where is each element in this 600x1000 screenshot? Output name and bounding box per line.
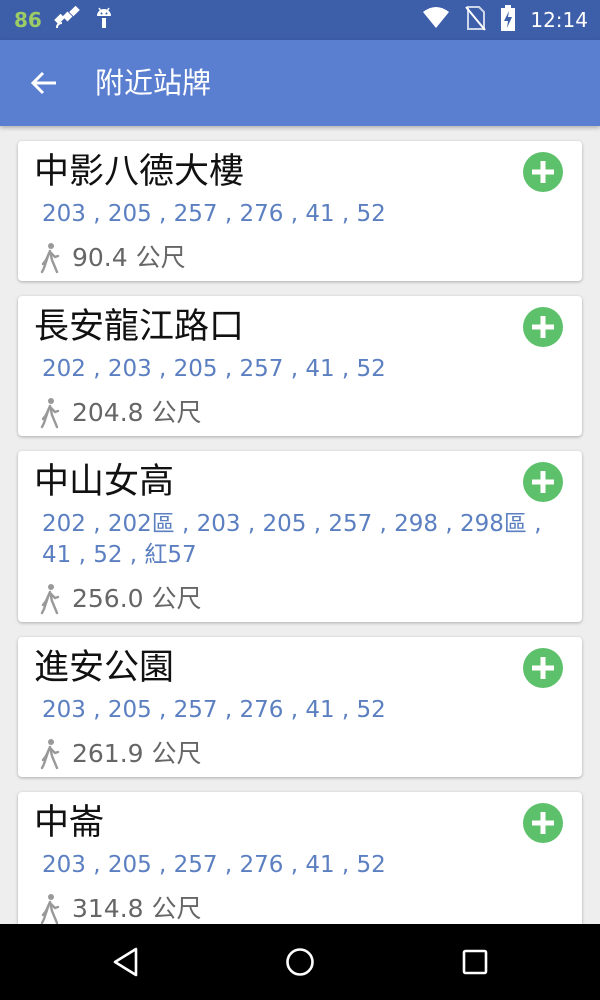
stop-name: 長安龍江路口 [34,307,245,347]
status-clock: 12:14 [530,8,588,32]
add-favorite-button[interactable] [522,306,564,348]
stop-card[interactable]: 進安公園 203 , 205 , 257 , 276 , 41 , 52 261… [18,637,582,777]
stop-name: 進安公園 [34,648,175,688]
status-right-icons: 12:14 [422,4,588,36]
stop-card[interactable]: 中崙 203 , 205 , 257 , 276 , 41 , 52 314.8… [18,792,582,924]
nav-home-button[interactable] [276,938,324,986]
stop-card[interactable]: 中山女高 202 , 202區 , 203 , 205 , 257 , 298 … [18,451,582,622]
app-bar: 附近站牌 [0,40,600,126]
add-favorite-button[interactable] [522,647,564,689]
stop-name: 中崙 [34,803,105,843]
status-bar: 86 12:14 [0,0,600,40]
stop-distance: 314.8 公尺 [72,894,202,923]
add-favorite-button[interactable] [522,151,564,193]
battery-charging-icon [500,4,516,36]
system-nav-bar [0,924,600,1000]
notification-badge: 86 [14,8,42,32]
walking-person-icon [40,894,60,924]
satellite-fake-gps-icon [52,4,82,36]
android-debug-icon [92,4,116,36]
walking-person-icon [40,739,60,770]
screen: 86 12:14 附近站牌 中影八德大樓 203 , 205 , 257 , 2… [0,0,600,1000]
stop-routes: 202 , 203 , 205 , 257 , 41 , 52 [42,356,386,382]
back-triangle-icon [113,947,138,977]
stop-routes: 202 , 202區 , 203 , 205 , 257 , 298 , 298… [42,511,542,568]
stop-distance: 204.8 公尺 [72,398,202,427]
back-button[interactable] [22,61,66,105]
walking-person-icon [40,398,60,429]
stop-card[interactable]: 中影八德大樓 203 , 205 , 257 , 276 , 41 , 52 9… [18,141,582,281]
distance-row: 261.9 公尺 [38,737,202,771]
distance-row: 314.8 公尺 [38,892,202,924]
nav-recents-button[interactable] [451,938,499,986]
nearby-stops-list: 中影八德大樓 203 , 205 , 257 , 276 , 41 , 52 9… [0,126,600,924]
distance-row: 204.8 公尺 [38,396,202,430]
distance-row: 90.4 公尺 [38,241,186,275]
no-sim-icon [464,5,487,35]
add-favorite-button[interactable] [522,461,564,503]
stop-distance: 256.0 公尺 [72,584,202,613]
arrow-back-icon [30,71,56,95]
stop-name: 中山女高 [34,462,175,502]
distance-row: 256.0 公尺 [38,582,202,616]
wifi-icon [422,6,450,34]
add-favorite-button[interactable] [522,802,564,844]
stop-card[interactable]: 長安龍江路口 202 , 203 , 205 , 257 , 41 , 52 2… [18,296,582,436]
walking-person-icon [40,584,60,615]
stop-name: 中影八德大樓 [34,152,245,192]
recents-square-icon [462,949,488,975]
stop-routes: 203 , 205 , 257 , 276 , 41 , 52 [42,201,386,227]
walking-person-icon [40,243,60,274]
stop-routes: 203 , 205 , 257 , 276 , 41 , 52 [42,852,386,878]
stop-routes: 203 , 205 , 257 , 276 , 41 , 52 [42,697,386,723]
page-title: 附近站牌 [95,66,212,100]
stop-distance: 90.4 公尺 [72,243,186,272]
status-left-icons: 86 [14,4,116,36]
nav-back-button[interactable] [102,938,150,986]
stop-distance: 261.9 公尺 [72,739,202,768]
home-circle-icon [286,948,314,976]
